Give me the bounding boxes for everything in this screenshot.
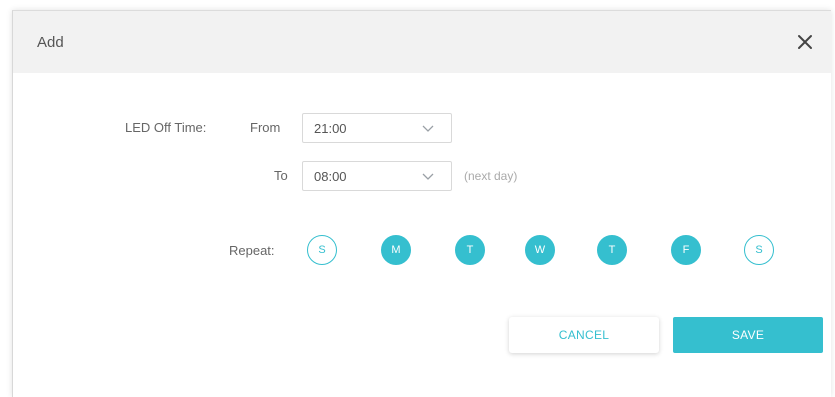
close-icon bbox=[798, 35, 812, 49]
day-toggle-friday[interactable]: F bbox=[671, 235, 701, 265]
day-toggle-thursday[interactable]: T bbox=[597, 235, 627, 265]
day-toggle-sunday[interactable]: S bbox=[307, 235, 337, 265]
led-off-time-label: LED Off Time: bbox=[125, 120, 207, 135]
close-button[interactable] bbox=[793, 30, 817, 54]
chevron-down-icon bbox=[422, 125, 434, 132]
to-time-select[interactable]: 08:00 bbox=[302, 161, 452, 191]
from-label: From bbox=[250, 120, 281, 135]
day-toggle-tuesday[interactable]: T bbox=[455, 235, 485, 265]
day-toggle-monday[interactable]: M bbox=[381, 235, 411, 265]
chevron-down-icon bbox=[422, 173, 434, 180]
from-time-value: 21:00 bbox=[314, 121, 347, 136]
dialog-header: Add bbox=[13, 11, 831, 73]
next-day-note: (next day) bbox=[464, 169, 518, 183]
to-label: To bbox=[274, 168, 288, 183]
day-toggle-saturday[interactable]: S bbox=[744, 235, 774, 265]
repeat-label: Repeat: bbox=[229, 243, 275, 258]
save-button[interactable]: SAVE bbox=[673, 317, 823, 353]
cancel-button[interactable]: CANCEL bbox=[509, 317, 659, 353]
day-toggle-wednesday[interactable]: W bbox=[525, 235, 555, 265]
to-time-value: 08:00 bbox=[314, 169, 347, 184]
dialog-title: Add bbox=[37, 34, 64, 51]
add-dialog: Add LED Off Time: From 21:00 To 08:00 (n… bbox=[12, 10, 831, 397]
from-time-select[interactable]: 21:00 bbox=[302, 113, 452, 143]
